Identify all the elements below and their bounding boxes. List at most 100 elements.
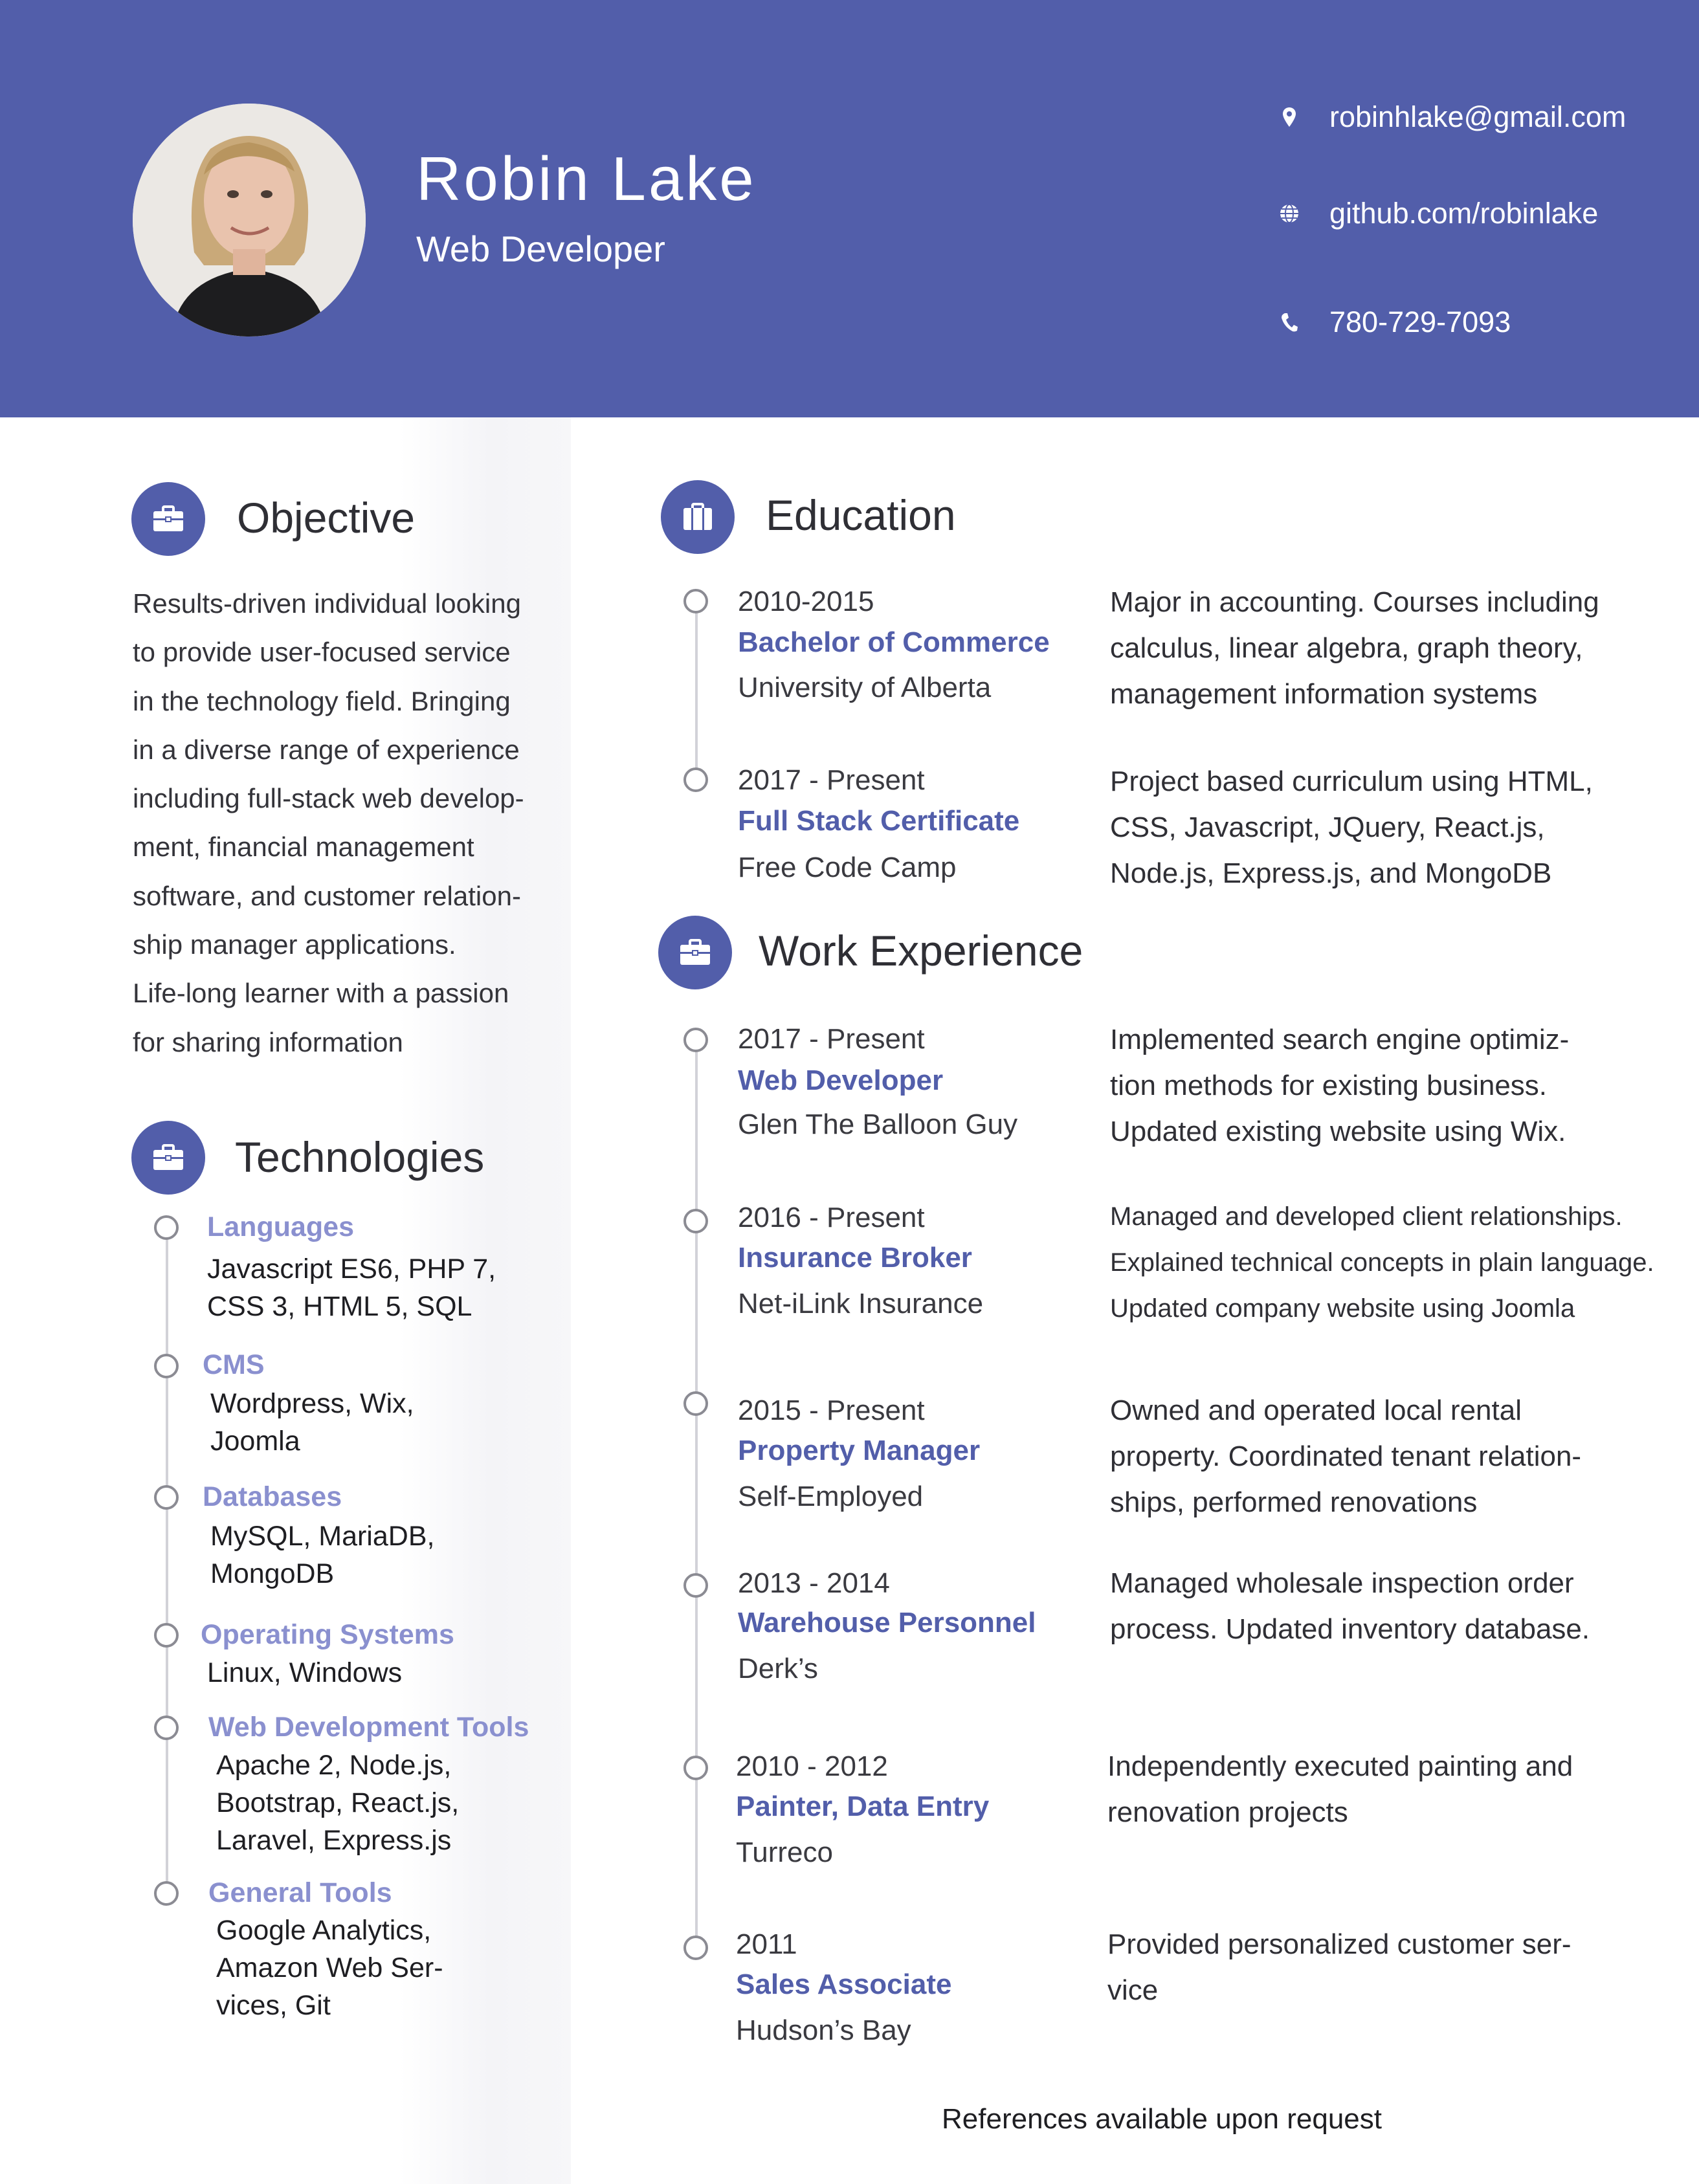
entry-organization: Free Code Camp <box>738 852 957 883</box>
entry-title: Property Manager <box>738 1435 981 1466</box>
entry-organization: Turreco <box>736 1837 833 1868</box>
contact-github-text: github.com/robinlake <box>1329 197 1599 230</box>
references-note: References available upon request <box>942 2103 1383 2135</box>
timeline-dot <box>683 767 708 792</box>
entry-date: 2010-2015 <box>738 586 874 617</box>
entry-title: Full Stack Certificate <box>738 805 1020 837</box>
tech-category: General Tools <box>208 1877 392 1908</box>
description-line: ships, performed renovations <box>1110 1486 1478 1518</box>
work-heading: Work Experience <box>759 927 1083 975</box>
description-line: Implemented search engine optimiz- <box>1110 1024 1570 1055</box>
contact-email-text: robinhlake@gmail.com <box>1329 100 1627 133</box>
timeline-dot <box>683 1209 708 1233</box>
description-line: Managed and developed client relationshi… <box>1110 1202 1623 1231</box>
objective-line: for sharing information <box>133 1026 403 1057</box>
timeline-dot <box>683 1936 708 1960</box>
entry-organization: Derk’s <box>738 1653 818 1684</box>
description-line: process. Updated inventory database. <box>1110 1613 1590 1645</box>
entry-description: Major in accounting. Courses including c… <box>1110 579 1599 717</box>
entry-title: Sales Associate <box>736 1969 952 2000</box>
entry-date: 2017 - Present <box>738 764 925 796</box>
entry-title: Bachelor of Commerce <box>738 626 1050 658</box>
timeline-dot <box>154 1881 179 1906</box>
description-line: Updated company website using Joomla <box>1110 1294 1575 1323</box>
description-line: Updated existing website using Wix. <box>1110 1116 1566 1147</box>
objective-line: in a diverse range of experience <box>133 734 520 765</box>
map-pin-icon <box>1278 104 1300 130</box>
contact-email[interactable]: robinhlake@gmail.com <box>1278 94 1626 140</box>
tech-line: CSS 3, HTML 5, SQL <box>207 1291 472 1322</box>
technologies-timeline <box>166 1217 168 1896</box>
timeline-dot <box>683 1028 708 1052</box>
entry-organization: Glen The Balloon Guy <box>738 1109 1018 1140</box>
entry-date: 2013 - 2014 <box>738 1567 890 1599</box>
entry-description: Managed wholesale inspection order proce… <box>1110 1560 1590 1652</box>
description-line: management information systems <box>1110 678 1538 710</box>
objective-line: ship manager applications. <box>133 929 456 960</box>
education-heading: Education <box>766 491 956 539</box>
entry-title: Painter, Data Entry <box>736 1791 990 1822</box>
contact-github[interactable]: github.com/robinlake <box>1278 190 1598 237</box>
entry-description: Managed and developed client relationshi… <box>1110 1194 1654 1332</box>
entry-date: 2016 - Present <box>738 1202 925 1233</box>
description-line: Provided personalized customer ser- <box>1107 1928 1571 1960</box>
tech-line: Google Analytics, <box>216 1915 432 1946</box>
education-timeline <box>695 602 698 780</box>
technologies-briefcase-icon <box>131 1121 205 1195</box>
tech-category: Databases <box>203 1481 342 1512</box>
tech-category: Web Development Tools <box>208 1712 529 1743</box>
person-name: Robin Lake <box>416 144 757 214</box>
entry-description: Implemented search engine optimiz- tion … <box>1110 1017 1569 1154</box>
tech-line: Amazon Web Ser- <box>216 1952 443 1983</box>
entry-date: 2017 - Present <box>738 1023 925 1055</box>
tech-line: Bootstrap, React.js, <box>216 1787 460 1818</box>
entry-description: Independently executed painting and reno… <box>1107 1743 1573 1835</box>
tech-line: vices, Git <box>216 1990 331 2021</box>
tech-line: Javascript ES6, PHP 7, <box>207 1253 496 1285</box>
entry-date: 2010 - 2012 <box>736 1750 888 1782</box>
entry-organization: Hudson’s Bay <box>736 2014 911 2046</box>
timeline-dot <box>683 1391 708 1416</box>
contact-phone[interactable]: 780-729-7093 <box>1278 299 1511 346</box>
entry-description: Project based curriculum using HTML, CSS… <box>1110 758 1593 896</box>
timeline-dot <box>154 1715 179 1740</box>
phone-icon <box>1278 309 1300 335</box>
tech-category: CMS <box>203 1349 265 1380</box>
profile-photo <box>133 104 366 336</box>
tech-line: Laravel, Express.js <box>216 1825 452 1856</box>
timeline-dot <box>683 589 708 613</box>
tech-values: Apache 2, Node.js, Bootstrap, React.js, … <box>216 1747 459 1859</box>
description-line: tion methods for existing business. <box>1110 1070 1548 1101</box>
objective-line: ment, financial management <box>133 832 474 863</box>
tech-category: Languages <box>207 1211 354 1242</box>
objective-line: Results-driven individual looking <box>133 588 521 619</box>
timeline-dot <box>683 1573 708 1598</box>
objective-briefcase-icon <box>131 482 205 556</box>
objective-line: including full-stack web develop- <box>133 783 524 814</box>
description-line: Owned and operated local rental <box>1110 1395 1522 1426</box>
objective-line: Life-long learner with a passion <box>133 978 509 1009</box>
entry-date: 2011 <box>736 1928 797 1960</box>
tech-line: Wordpress, Wix, <box>210 1388 414 1419</box>
timeline-dot <box>154 1623 179 1648</box>
description-line: Managed wholesale inspection order <box>1110 1567 1574 1599</box>
objective-line: to provide user-focused service <box>133 637 511 668</box>
objective-line: in the technology field. Bringing <box>133 685 511 716</box>
timeline-dot <box>683 1756 708 1780</box>
description-line: CSS, Javascript, JQuery, React.js, <box>1110 811 1545 843</box>
description-line: renovation projects <box>1107 1796 1348 1828</box>
description-line: vice <box>1107 1974 1159 2006</box>
tech-line: MySQL, MariaDB, <box>210 1521 435 1552</box>
description-line: Project based curriculum using HTML, <box>1110 766 1593 797</box>
tech-line: Apache 2, Node.js, <box>216 1750 452 1781</box>
entry-title: Warehouse Personnel <box>738 1607 1036 1638</box>
entry-organization: Net-iLink Insurance <box>738 1288 984 1319</box>
tech-values: Javascript ES6, PHP 7, CSS 3, HTML 5, SQ… <box>207 1250 496 1325</box>
tech-values: MySQL, MariaDB, MongoDB <box>210 1517 434 1593</box>
description-line: Major in accounting. Courses including <box>1110 586 1599 618</box>
timeline-dot <box>154 1215 179 1240</box>
description-line: calculus, linear algebra, graph theory, <box>1110 632 1583 664</box>
tech-values: Linux, Windows <box>207 1654 402 1692</box>
work-timeline <box>695 1042 698 1948</box>
education-building-icon <box>661 480 735 554</box>
